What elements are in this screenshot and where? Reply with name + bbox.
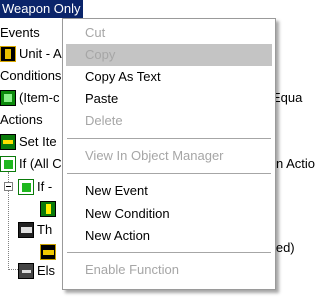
if-all-label: If (All C	[19, 156, 62, 171]
menu-item-copy-as-text[interactable]: Copy As Text	[66, 66, 272, 88]
question-condition-icon	[40, 201, 56, 217]
clapper-else-icon	[18, 263, 34, 279]
tree-if-sub-row[interactable]: If -	[18, 178, 52, 196]
if-sub-label: If -	[37, 179, 53, 194]
context-menu[interactable]: Cut Copy Copy As Text Paste Delete View …	[62, 18, 276, 290]
then-label: Th	[37, 222, 53, 237]
menu-item-enable-function[interactable]: Enable Function	[66, 259, 272, 281]
menu-item-new-event[interactable]: New Event	[66, 180, 272, 202]
tree-then-row[interactable]: Th	[18, 221, 52, 239]
conditions-label: Conditions	[0, 68, 62, 83]
menu-item-delete[interactable]: Delete	[66, 110, 272, 132]
set-variable-icon	[0, 134, 16, 150]
menu-separator	[67, 173, 271, 175]
else-label: Els	[37, 263, 56, 278]
menu-separator	[67, 252, 271, 254]
events-label: Events	[0, 25, 40, 40]
condition-tail-row: Equa	[272, 89, 302, 107]
crown-action-icon	[40, 244, 56, 260]
tree-question-row[interactable]	[40, 200, 59, 218]
menu-item-copy[interactable]: Copy	[66, 44, 272, 66]
menu-separator	[67, 138, 271, 140]
clapper-then-icon	[18, 222, 34, 238]
tree-condition-item-row[interactable]: (Item-c	[0, 89, 59, 107]
tree-root-row[interactable]: Weapon Only	[0, 0, 83, 18]
unit-event-icon	[0, 46, 16, 62]
if-condition-icon	[0, 156, 16, 172]
menu-item-paste[interactable]: Paste	[66, 88, 272, 110]
condition-tail-label: Equa	[272, 90, 303, 105]
menu-item-view-in-object-manager[interactable]: View In Object Manager	[66, 145, 272, 167]
if-branch-icon	[18, 179, 34, 195]
condition-item-label: (Item-c	[19, 90, 60, 105]
condition-icon	[0, 90, 16, 106]
if-all-tail-label: n Actio	[276, 156, 316, 171]
menu-item-cut[interactable]: Cut	[66, 22, 272, 44]
tree-actions-row[interactable]: Actions	[0, 111, 43, 129]
if-all-tail-row: n Actio	[276, 155, 315, 173]
tree-root-label[interactable]: Weapon Only	[0, 0, 83, 18]
set-item-label: Set Ite	[19, 134, 57, 149]
tree-set-item-row[interactable]: Set Ite	[0, 133, 57, 151]
menu-item-new-action[interactable]: New Action	[66, 225, 272, 247]
tree-if-all-row[interactable]: If (All C	[0, 155, 62, 173]
tree-crown-row[interactable]	[40, 243, 59, 261]
tree-conditions-row[interactable]: Conditions	[0, 67, 61, 85]
tree-connector-line	[8, 269, 18, 270]
tree-else-row[interactable]: Els	[18, 262, 55, 280]
collapse-expander-icon[interactable]	[4, 182, 13, 191]
tree-events-row[interactable]: Events	[0, 24, 40, 42]
tree-unit-event-row[interactable]: Unit - A	[0, 45, 62, 63]
menu-item-new-condition[interactable]: New Condition	[66, 203, 272, 225]
actions-label: Actions	[0, 112, 43, 127]
unit-event-label: Unit - A	[19, 46, 62, 61]
